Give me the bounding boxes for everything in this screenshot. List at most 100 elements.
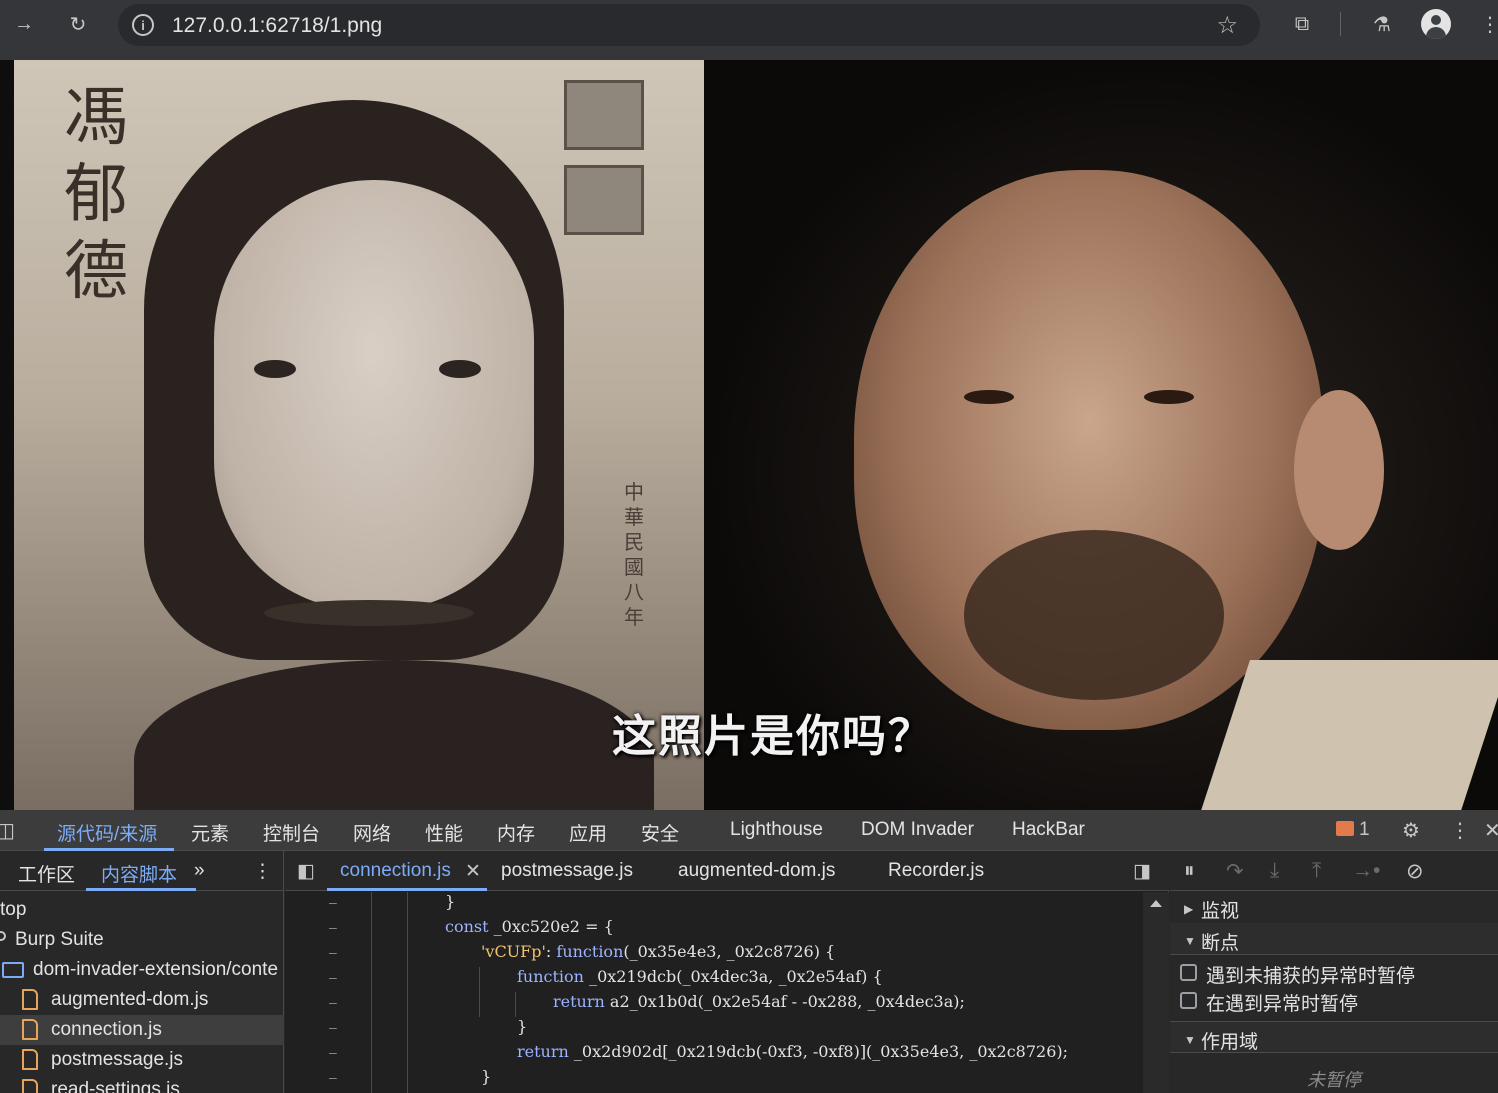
- eye: [1144, 390, 1194, 404]
- sources-navigator: 工作区 内容脚本 » ⋮ top Burp Suite dom-invader-…: [0, 851, 284, 1093]
- editor-tab-augmented-dom[interactable]: augmented-dom.js: [678, 860, 835, 882]
- scope-label: 作用域: [1201, 1032, 1259, 1053]
- breakpoints-label: 断点: [1201, 933, 1240, 954]
- editor-tab-connection[interactable]: connection.js: [340, 860, 451, 882]
- profile-icon[interactable]: [1421, 9, 1451, 39]
- tab-lighthouse[interactable]: Lighthouse: [730, 819, 823, 841]
- pause-caught-checkbox[interactable]: [1180, 992, 1197, 1009]
- left-photo: 馮郁德 中華民國八年: [14, 60, 704, 810]
- indent-guide: [407, 892, 408, 1093]
- more-tabs-chevron-icon[interactable]: »: [194, 860, 205, 882]
- forward-icon[interactable]: →: [10, 10, 38, 38]
- right-photo: [704, 60, 1498, 810]
- folder-icon: [2, 962, 24, 978]
- labs-flask-icon[interactable]: ⚗: [1368, 10, 1396, 38]
- settings-gear-icon[interactable]: ⚙: [1402, 818, 1420, 843]
- beard: [964, 530, 1224, 700]
- menu-kebab-icon[interactable]: ⋮: [1476, 10, 1498, 38]
- tab-hackbar[interactable]: HackBar: [1012, 819, 1085, 841]
- toolbar-divider: [1340, 12, 1341, 36]
- pause-uncaught-option[interactable]: 遇到未捕获的异常时暂停: [1170, 959, 1498, 987]
- tab-application[interactable]: 应用: [569, 819, 607, 846]
- close-tab-icon[interactable]: ✕: [465, 860, 481, 883]
- tab-workspace[interactable]: 工作区: [18, 860, 75, 887]
- gutter-mark[interactable]: –: [329, 1044, 337, 1060]
- deactivate-breakpoints-icon[interactable]: ⊘: [1406, 859, 1424, 884]
- gutter-mark[interactable]: –: [329, 944, 337, 960]
- tree-item-file[interactable]: read-settings.js: [0, 1075, 284, 1093]
- not-paused-status: 未暂停: [1307, 1070, 1361, 1090]
- code-line: 'vCUFp': function(_0x35e4e3, _0x2c8726) …: [481, 942, 836, 961]
- toggle-debugger-icon[interactable]: ◨: [1133, 860, 1151, 883]
- gutter-mark[interactable]: –: [329, 1069, 337, 1085]
- indent-guide: [371, 892, 372, 1093]
- tree-item-folder[interactable]: dom-invader-extension/conte: [0, 955, 284, 985]
- tab-performance[interactable]: 性能: [425, 819, 463, 846]
- gutter-mark[interactable]: –: [329, 1019, 337, 1035]
- issues-count[interactable]: 1: [1359, 819, 1370, 841]
- watch-section-header[interactable]: ▶ 监视: [1170, 891, 1498, 923]
- step-icon[interactable]: →•: [1352, 859, 1380, 883]
- collapse-triangle-icon: ▼: [1184, 934, 1196, 948]
- scope-section-header[interactable]: ▼ 作用域: [1170, 1021, 1498, 1053]
- tree-item-top[interactable]: top: [0, 895, 284, 925]
- file-icon: [22, 1019, 38, 1040]
- step-over-icon[interactable]: ↷: [1226, 859, 1244, 884]
- page-viewport: 馮郁德 中華民國八年 这照片是你吗？: [0, 60, 1498, 810]
- editor-scrollbar[interactable]: [1143, 892, 1169, 1093]
- devtools-main-tabs: ◫ 源代码/来源 元素 控制台 网络 性能 内存 应用 安全 Lighthous…: [0, 810, 1498, 851]
- pause-resume-icon[interactable]: ⏸: [1184, 859, 1195, 883]
- address-bar[interactable]: i 127.0.0.1:62718/1.png ☆: [118, 4, 1260, 46]
- eye: [254, 360, 296, 378]
- tab-network[interactable]: 网络: [353, 819, 391, 846]
- tree-item-file[interactable]: postmessage.js: [0, 1045, 284, 1075]
- tab-memory[interactable]: 内存: [497, 819, 535, 846]
- pause-uncaught-label: 遇到未捕获的异常时暂停: [1206, 966, 1416, 987]
- url-text[interactable]: 127.0.0.1:62718/1.png: [172, 14, 382, 38]
- pause-caught-option[interactable]: 在遇到异常时暂停: [1170, 987, 1498, 1015]
- navigator-menu-icon[interactable]: ⋮: [253, 860, 272, 883]
- code-line: }: [481, 1067, 492, 1086]
- reload-icon[interactable]: ↻: [64, 10, 92, 38]
- devtools-panel: ◫ 源代码/来源 元素 控制台 网络 性能 内存 应用 安全 Lighthous…: [0, 810, 1498, 1093]
- gutter-mark[interactable]: –: [329, 919, 337, 935]
- tab-security[interactable]: 安全: [641, 819, 679, 846]
- indent-guide: [515, 992, 516, 1017]
- devtools-menu-icon[interactable]: ⋮: [1450, 818, 1470, 843]
- pause-uncaught-checkbox[interactable]: [1180, 964, 1197, 981]
- scroll-up-icon[interactable]: [1150, 900, 1162, 907]
- tree-item-file-selected[interactable]: connection.js: [0, 1015, 284, 1045]
- issues-icon[interactable]: [1336, 821, 1354, 836]
- dock-side-icon[interactable]: ◫: [0, 818, 15, 843]
- step-into-icon[interactable]: ⤓: [1270, 859, 1279, 883]
- gutter-mark[interactable]: –: [329, 894, 337, 910]
- gutter-mark[interactable]: –: [329, 969, 337, 985]
- breakpoints-section-header[interactable]: ▼ 断点: [1170, 923, 1498, 955]
- tree-item-burp-suite[interactable]: Burp Suite: [0, 925, 284, 955]
- tree-item-file[interactable]: augmented-dom.js: [0, 985, 284, 1015]
- code-line: function _0x219dcb(_0x4dec3a, _0x2e54af)…: [517, 967, 883, 986]
- tab-dom-invader[interactable]: DOM Invader: [861, 819, 974, 841]
- pause-caught-label: 在遇到异常时暂停: [1206, 994, 1359, 1015]
- site-info-icon[interactable]: i: [132, 14, 154, 36]
- file-icon: [22, 1049, 38, 1070]
- toggle-navigator-icon[interactable]: ◧: [297, 860, 315, 883]
- gutter-mark[interactable]: –: [329, 994, 337, 1010]
- tab-elements[interactable]: 元素: [191, 819, 229, 846]
- editor-tab-postmessage[interactable]: postmessage.js: [501, 860, 633, 882]
- close-devtools-icon[interactable]: ✕: [1484, 818, 1498, 843]
- code-line: }: [445, 892, 456, 911]
- navigator-tabs: 工作区 内容脚本 » ⋮: [0, 851, 284, 891]
- bookmark-star-icon[interactable]: ☆: [1216, 11, 1238, 40]
- tab-sources[interactable]: 源代码/来源: [57, 819, 157, 846]
- tab-content-scripts[interactable]: 内容脚本: [101, 860, 177, 887]
- step-out-icon[interactable]: ⤒: [1312, 859, 1321, 883]
- tab-console[interactable]: 控制台: [263, 819, 320, 846]
- extensions-icon[interactable]: ⧉: [1288, 10, 1316, 38]
- expand-triangle-icon: ▶: [1184, 902, 1194, 916]
- code-line: }: [517, 1017, 528, 1036]
- mustache: [264, 600, 474, 626]
- left-photo-stamp-text: 中華民國八年: [624, 480, 644, 629]
- editor-tab-recorder[interactable]: Recorder.js: [888, 860, 984, 882]
- code-area[interactable]: } const _0xc520e2 = { 'vCUFp': function(…: [355, 892, 1143, 1093]
